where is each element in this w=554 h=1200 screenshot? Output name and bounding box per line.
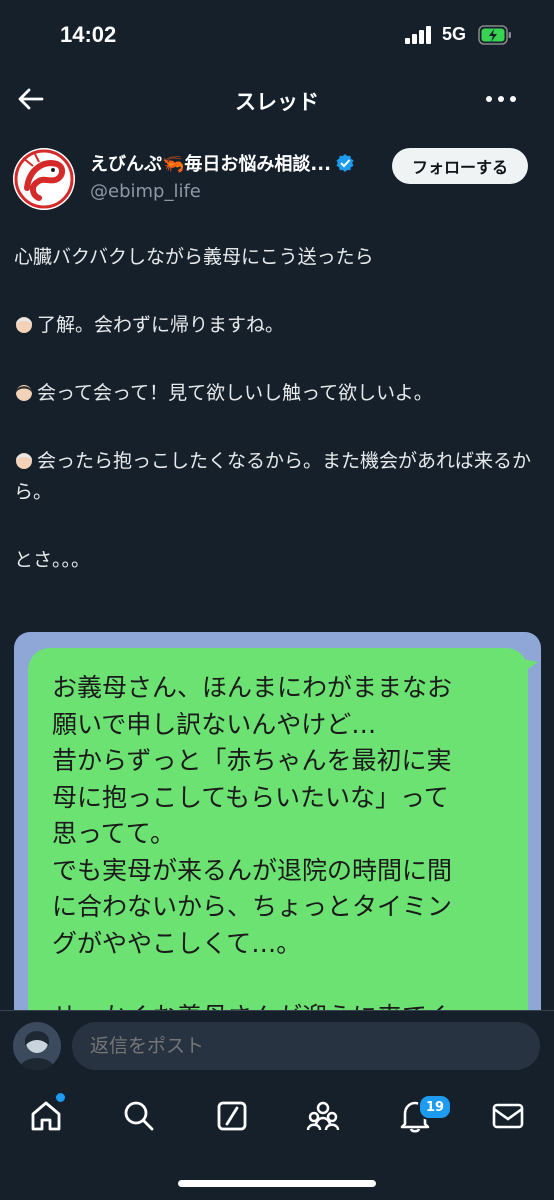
battery-icon [478, 25, 511, 45]
search-icon[interactable] [121, 1098, 157, 1134]
author-name-row[interactable]: えびんぷ🦐毎日お悩み相談... [90, 150, 355, 176]
communities-icon[interactable] [305, 1098, 341, 1134]
post-line-text: 会って会って！見て欲しいし触って欲しいよ。 [37, 382, 433, 404]
woman-emoji-icon [15, 385, 33, 401]
post-line-text: 会ったら抱っこしたくなるから。また機会があれば来るから。 [14, 450, 532, 503]
post-line-dialogue: 了解。会わずに帰りますね。 [14, 310, 534, 341]
messages-envelope-icon[interactable] [490, 1098, 526, 1134]
grok-icon[interactable] [214, 1098, 250, 1134]
post-image[interactable]: お義母さん、ほんまにわがままなお 願いで申し訳ないんやけど… 昔からずっと「赤ち… [14, 632, 541, 1032]
author-name[interactable]: えびんぷ🦐毎日お悩み相談... [90, 150, 331, 176]
post-line-dialogue: 会ったら抱っこしたくなるから。また機会があれば来るから。 [14, 446, 534, 508]
chat-bubble-text: お義母さん、ほんまにわがままなお 願いで申し訳ないんやけど… 昔からずっと「赤ち… [52, 673, 453, 1031]
post-line: 心臓バクバクしながら義母にこう送ったら [14, 246, 374, 268]
verified-badge-icon [336, 154, 354, 172]
more-options-icon[interactable] [484, 92, 518, 106]
my-avatar[interactable] [13, 1022, 61, 1070]
post-line-dialogue: 会って会って！見て欲しいし触って欲しいよ。 [14, 378, 534, 409]
post-line: とさ。。。 [14, 549, 91, 571]
post-text: 心臓バクバクしながら義母にこう送ったら 了解。会わずに帰りますね。 会って会って… [14, 242, 534, 576]
author-handle[interactable]: @ebimp_life [90, 181, 201, 202]
post-line-text: 了解。会わずに帰りますね。 [37, 314, 285, 336]
status-bar: 14:02 5G [0, 0, 554, 70]
notification-count-badge: 19 [418, 1094, 452, 1120]
older-woman-emoji-icon [16, 317, 32, 333]
home-unread-dot [56, 1093, 65, 1102]
reply-input[interactable] [72, 1022, 540, 1070]
home-icon[interactable] [28, 1098, 64, 1134]
follow-button[interactable]: フォローする [392, 148, 528, 184]
home-indicator[interactable] [178, 1180, 376, 1187]
older-woman-emoji-icon [16, 453, 32, 469]
network-label: 5G [442, 24, 467, 44]
page-title: スレッド [235, 90, 319, 114]
status-time: 14:02 [60, 22, 117, 47]
user-avatar-icon [13, 1022, 61, 1070]
signal-icon [405, 26, 433, 44]
author-avatar[interactable] [13, 148, 75, 210]
shrimp-avatar-icon [13, 148, 75, 210]
bubble-tail-icon [518, 658, 538, 676]
